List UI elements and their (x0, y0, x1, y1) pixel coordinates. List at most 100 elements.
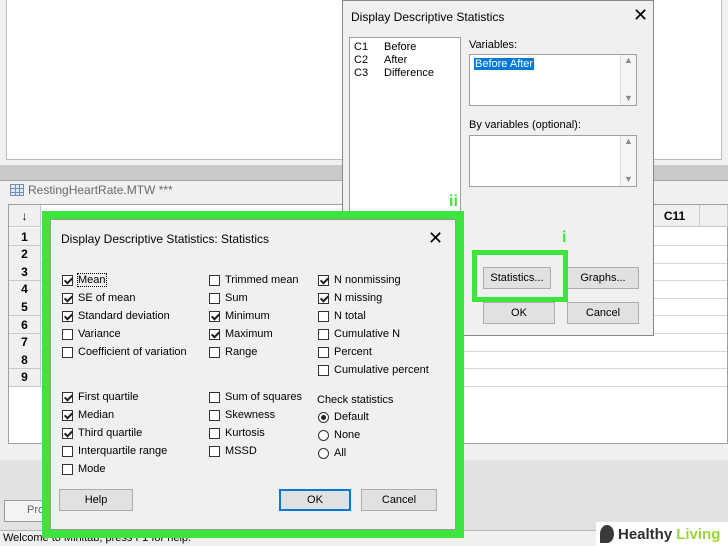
checkbox-box[interactable] (62, 346, 73, 358)
checkbox-box[interactable] (209, 310, 220, 322)
checkbox-n-total[interactable]: N total (318, 307, 429, 325)
checkbox-box[interactable] (318, 346, 329, 358)
checkbox-label: Mean (77, 273, 107, 287)
checkbox-box[interactable] (62, 292, 73, 304)
checkbox-mean[interactable]: Mean (62, 271, 187, 289)
scroll-down-icon[interactable]: ▼ (621, 93, 636, 103)
checkbox-cumulative-n[interactable]: Cumulative N (318, 325, 429, 343)
checkbox-variance[interactable]: Variance (62, 325, 187, 343)
row-header[interactable]: 5 (9, 298, 41, 317)
column-list-item[interactable]: C1 Before (354, 41, 456, 54)
row-header[interactable]: 7 (9, 333, 41, 352)
scroll-up-icon[interactable]: ▲ (621, 55, 636, 65)
checkbox-box[interactable] (62, 310, 73, 322)
checkbox-box[interactable] (318, 292, 329, 304)
checkbox-box[interactable] (209, 391, 220, 403)
variables-scrollbar[interactable]: ▲ ▼ (620, 55, 636, 105)
checkbox-box[interactable] (209, 292, 220, 304)
checkbox-box[interactable] (209, 445, 220, 457)
close-icon[interactable]: ✕ (633, 6, 648, 24)
row-header[interactable]: 6 (9, 316, 41, 334)
radio-none[interactable]: None (318, 426, 369, 444)
checkbox-box[interactable] (62, 463, 73, 475)
checkbox-maximum[interactable]: Maximum (209, 325, 299, 343)
column-header-c11[interactable]: C11 (650, 205, 700, 227)
checkbox-standard-deviation[interactable]: Standard deviation (62, 307, 187, 325)
checkbox-label: Trimmed mean (225, 274, 299, 286)
sort-arrow-header[interactable]: ↓ (9, 205, 41, 227)
checkbox-box[interactable] (318, 328, 329, 340)
row-header[interactable]: 2 (9, 245, 41, 264)
checkbox-box[interactable] (62, 328, 73, 340)
by-variables-field[interactable]: ▲ ▼ (469, 135, 637, 187)
checkbox-sum[interactable]: Sum (209, 289, 299, 307)
checkbox-box[interactable] (318, 364, 329, 376)
checkbox-box[interactable] (318, 310, 329, 322)
ok-button[interactable]: OK (483, 302, 555, 324)
checkbox-coefficient-of-variation[interactable]: Coefficient of variation (62, 343, 187, 361)
checkbox-mode[interactable]: Mode (62, 460, 167, 478)
checkbox-median[interactable]: Median (62, 406, 167, 424)
cancel-button[interactable]: Cancel (361, 489, 437, 511)
radio-button[interactable] (318, 411, 329, 423)
checkbox-minimum[interactable]: Minimum (209, 307, 299, 325)
checkbox-label: Median (78, 409, 115, 421)
checkbox-skewness[interactable]: Skewness (209, 406, 302, 424)
column-header[interactable] (700, 205, 728, 227)
checkbox-trimmed-mean[interactable]: Trimmed mean (209, 271, 299, 289)
by-variables-scrollbar[interactable]: ▲ ▼ (620, 136, 636, 186)
checkbox-mssd[interactable]: MSSD (209, 442, 302, 460)
checkbox-box[interactable] (62, 427, 73, 439)
scroll-up-icon[interactable]: ▲ (621, 136, 636, 146)
checkbox-box[interactable] (209, 328, 220, 340)
checkbox-box[interactable] (318, 274, 329, 286)
cancel-button[interactable]: Cancel (567, 302, 639, 324)
column-list-item[interactable]: C3 Difference (354, 67, 456, 80)
check-statistics-group: Default None All (318, 408, 369, 462)
checkbox-box[interactable] (62, 391, 73, 403)
column-list[interactable]: C1 Before C2 After C3 Difference (349, 37, 461, 217)
checkbox-box[interactable] (62, 409, 73, 421)
checkbox-box[interactable] (209, 274, 220, 286)
checkbox-cumulative-percent[interactable]: Cumulative percent (318, 361, 429, 379)
radio-button[interactable] (318, 447, 329, 459)
checkbox-label: MSSD (225, 445, 257, 457)
checkbox-box[interactable] (209, 409, 220, 421)
row-header[interactable]: 4 (9, 280, 41, 299)
column-list-item[interactable]: C2 After (354, 54, 456, 67)
checkbox-sum-of-squares[interactable]: Sum of squares (209, 388, 302, 406)
checkbox-box[interactable] (62, 274, 73, 286)
row-header[interactable]: 9 (9, 368, 41, 387)
column-name: After (384, 54, 408, 66)
graphs-button[interactable]: Graphs... (567, 267, 639, 289)
checkbox-label: Variance (78, 328, 121, 340)
statistics-column-1: Mean SE of mean Standard deviation Variance… (62, 271, 187, 361)
checkbox-range[interactable]: Range (209, 343, 299, 361)
row-header[interactable]: 8 (9, 351, 41, 370)
checkbox-se-of-mean[interactable]: SE of mean (62, 289, 187, 307)
graphs-button-label: Graphs... (580, 272, 626, 284)
scroll-down-icon[interactable]: ▼ (621, 174, 636, 184)
checkbox-kurtosis[interactable]: Kurtosis (209, 424, 302, 442)
checkbox-n-nonmissing[interactable]: N nonmissing (318, 271, 429, 289)
checkbox-first-quartile[interactable]: First quartile (62, 388, 167, 406)
row-header[interactable]: 1 (9, 228, 41, 246)
checkbox-interquartile-range[interactable]: Interquartile range (62, 442, 167, 460)
row-header[interactable]: 3 (9, 263, 41, 282)
checkbox-box[interactable] (62, 445, 73, 457)
checkbox-third-quartile[interactable]: Third quartile (62, 424, 167, 442)
radio-all[interactable]: All (318, 444, 369, 462)
variables-field[interactable]: Before After ▲ ▼ (469, 54, 637, 106)
checkbox-box[interactable] (209, 346, 220, 358)
checkbox-n-missing[interactable]: N missing (318, 289, 429, 307)
help-button[interactable]: Help (59, 489, 133, 511)
checkbox-label: Third quartile (78, 427, 143, 439)
ok-button[interactable]: OK (279, 489, 351, 511)
close-icon[interactable]: ✕ (428, 229, 443, 247)
statistics-dialog-title: Display Descriptive Statistics: Statisti… (61, 232, 270, 246)
radio-button[interactable] (318, 429, 329, 441)
checkbox-label: N total (334, 310, 366, 322)
checkbox-box[interactable] (209, 427, 220, 439)
radio-default[interactable]: Default (318, 408, 369, 426)
checkbox-percent[interactable]: Percent (318, 343, 429, 361)
